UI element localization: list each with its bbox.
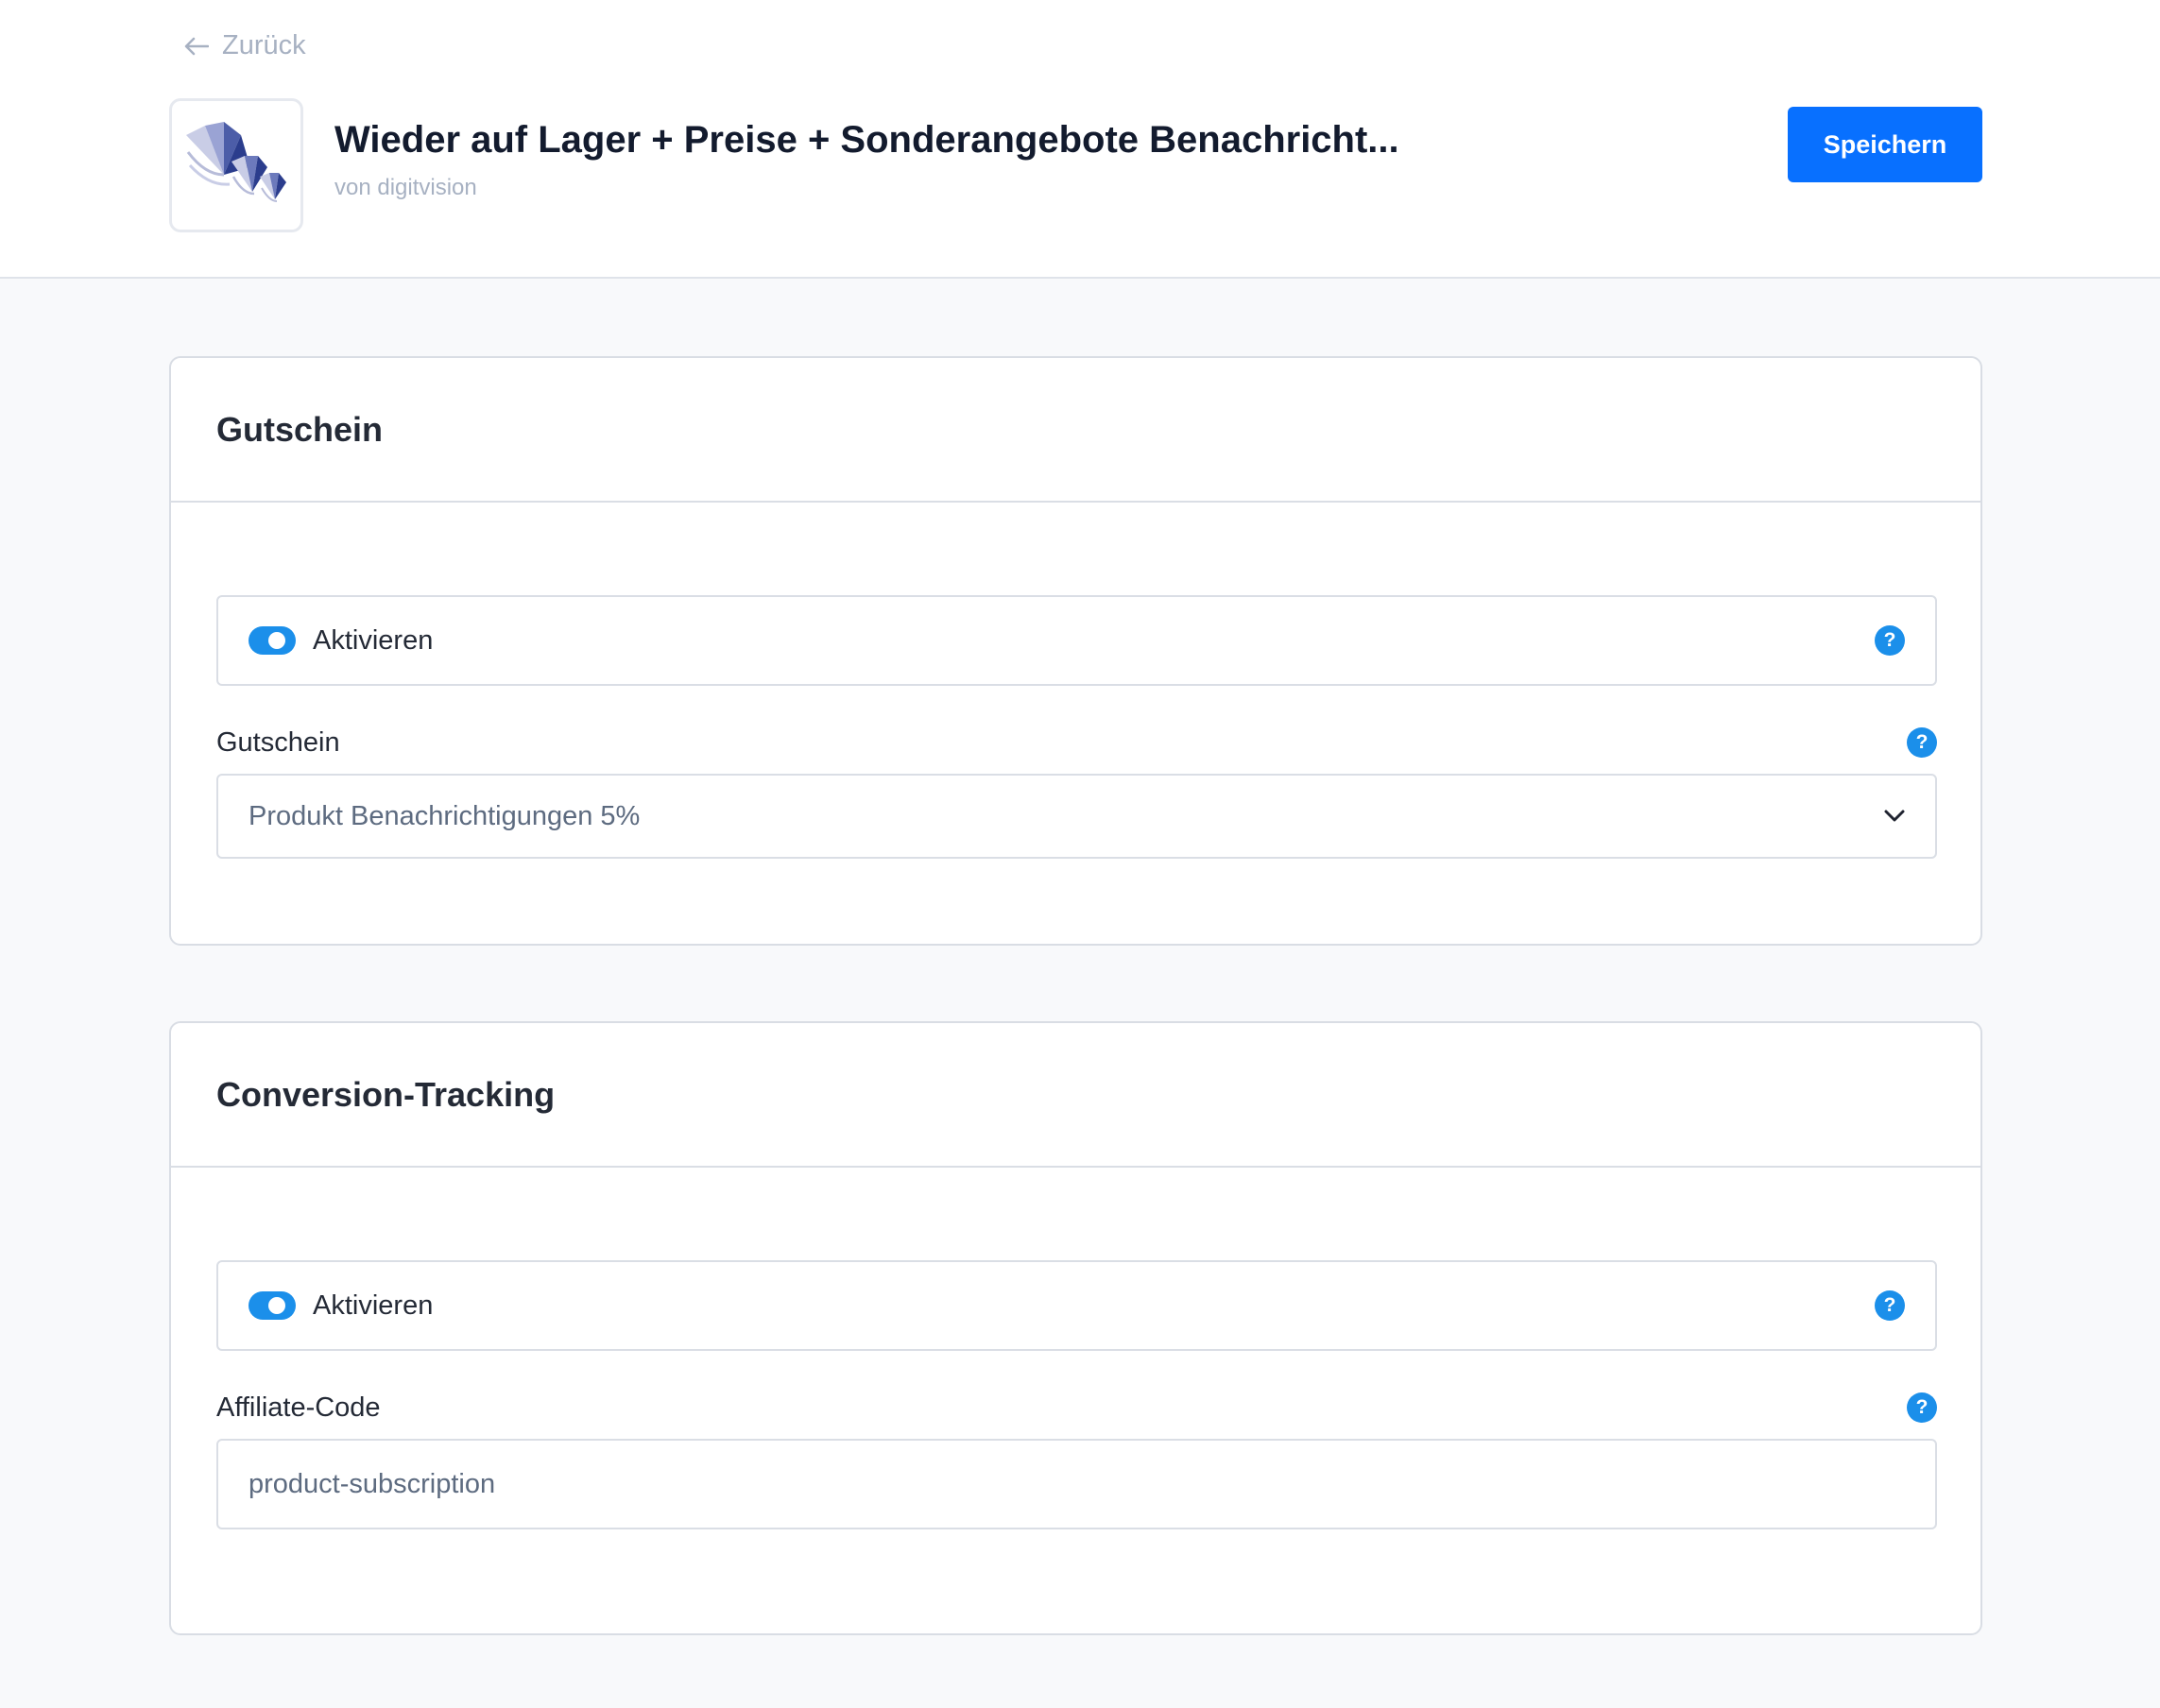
toggle-knob (268, 1297, 285, 1314)
coupon-select-value: Produkt Benachrichtigungen 5% (249, 800, 641, 831)
toggle-knob (268, 632, 285, 649)
tracking-enable-toggle[interactable] (249, 1291, 296, 1320)
back-link-label: Zurück (222, 30, 306, 60)
coupon-toggle-row: Aktivieren ? (216, 595, 1937, 686)
tracking-card-header: Conversion-Tracking (171, 1023, 1980, 1168)
coupon-card-title: Gutschein (216, 409, 384, 449)
coupon-select[interactable]: Produkt Benachrichtigungen 5% (216, 774, 1937, 859)
back-link[interactable]: Zurück (184, 30, 306, 61)
question-mark-icon[interactable]: ? (1907, 727, 1937, 758)
tracking-toggle-label: Aktivieren (313, 1290, 434, 1321)
question-mark-icon[interactable]: ? (1875, 1290, 1905, 1321)
digitvision-logo (186, 122, 286, 202)
tracking-card: Conversion-Tracking Aktivieren ? Affilia… (169, 1021, 1982, 1635)
tracking-card-title: Conversion-Tracking (216, 1074, 556, 1114)
app-header: Zurück Wieder auf Lager + Preise + Sonde… (0, 0, 2160, 279)
coupon-card: Gutschein Aktivieren ? Gutschein ? Produ… (169, 356, 1982, 946)
arrow-left-icon (184, 37, 209, 55)
coupon-toggle-label: Aktivieren (313, 624, 434, 656)
affiliate-code-input[interactable]: product-subscription (216, 1439, 1937, 1529)
question-mark-icon[interactable]: ? (1907, 1392, 1937, 1423)
tracking-toggle-row: Aktivieren ? (216, 1260, 1937, 1351)
app-logo (169, 98, 303, 232)
coupon-field-label: Gutschein (216, 727, 340, 758)
save-button[interactable]: Speichern (1788, 107, 1982, 182)
app-vendor: von digitvision (334, 175, 477, 200)
chevron-down-icon (1884, 810, 1905, 822)
question-mark-icon[interactable]: ? (1875, 625, 1905, 656)
coupon-enable-toggle[interactable] (249, 626, 296, 655)
affiliate-code-label: Affiliate-Code (216, 1392, 381, 1423)
app-title: Wieder auf Lager + Preise + Sonderangebo… (334, 119, 1399, 161)
affiliate-code-value: product-subscription (249, 1468, 496, 1499)
coupon-card-header: Gutschein (171, 358, 1980, 503)
